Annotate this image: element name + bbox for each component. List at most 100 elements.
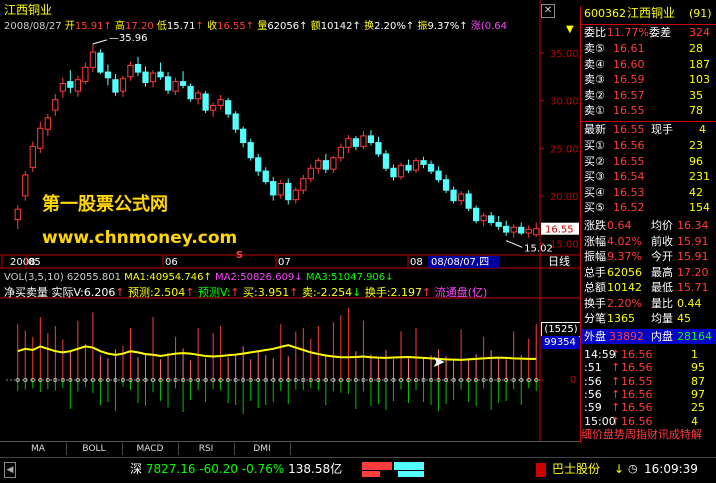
stat-label: 振幅 [584,250,606,263]
stat-value2: 17.20 [677,265,709,279]
buy-vol: 42 [689,185,703,199]
buy-vol: 96 [689,154,703,168]
turnover-label: 换 [364,21,375,32]
stock-title: 江西铜业 [4,3,53,17]
candle-body [22,174,29,197]
status-amount: 138.58亿 [288,462,343,476]
ind-predv: 预测V: [197,286,231,299]
stat-row: 换手 2.20% 量比 0.44 [581,296,716,311]
candle-body [292,189,299,201]
buy-row: 买⑤ 16.52 154 [581,200,716,215]
candle-body [397,164,405,178]
low-label: 低 [156,21,167,32]
tab-macd[interactable]: MACD [122,443,179,455]
quote-bottom-tabs[interactable]: 细价盘势周指财讯成特解 [581,427,716,442]
sell-label: 卖⑤ [584,42,605,55]
period-label: 日线 [548,254,570,268]
ind-turn: 换手:2.197 [364,286,423,299]
stat-value2: 0.44 [677,296,702,310]
stat-value: 2.20% [607,296,642,310]
stat-value: 9.37% [607,250,642,263]
candle-body [127,64,134,78]
tab-dmi[interactable]: DMI [234,443,291,455]
candle-body [330,157,337,170]
price-tick-label: 20.00 [550,192,579,203]
candle-body [217,99,224,106]
tab-rsi[interactable]: RSI [178,443,235,455]
buy-price: 16.54 [613,170,645,183]
sell-row: 卖⑤ 16.61 28 [581,41,716,56]
scroll-left-icon[interactable]: ◀ [4,462,16,478]
candle-body [503,225,510,233]
candle-body [525,228,532,234]
stat-label2: 均价 [651,219,673,232]
hi-annotation-label: —35.96 [109,33,148,44]
stat-value2: 15.91 [677,250,709,263]
candle-body [187,85,194,100]
sell-price: 16.59 [613,73,645,86]
candle-body [157,71,164,78]
stat-label2: 量比 [651,296,673,310]
buy-label: 买① [584,139,605,152]
close-value: 16.55 [217,21,246,32]
ind-name: 净买卖量 [4,286,48,299]
ind-axis-box2: 99354 [541,336,579,349]
buy-vol: 23 [689,139,703,152]
ind-sell: 卖:-2.254 [301,286,353,299]
indicator-header: 净买卖量 实际V:6.206↑ 预测:2.504↑ 预测V:↑ 买:3.951↑… [4,286,488,299]
stat-label: 总额 [584,281,606,294]
outer-label: 外盘 [584,330,606,343]
sell-label: 卖② [584,88,605,102]
candle-body [375,142,382,155]
chevron-down-icon[interactable]: ▼ [566,24,574,35]
mouse-cursor-icon: ➤ [432,352,446,371]
stat-label2: 前收 [651,234,673,248]
candle-body [495,222,502,227]
tab-ma[interactable]: MA [10,443,67,455]
quote-code: 600362 [584,7,626,20]
hi-annotation-line [92,39,108,45]
cur-hand-label: 现手 [651,123,673,136]
stat-value: 10142 [607,281,642,294]
status-ticker[interactable]: 巴士股份 [552,463,600,476]
sell-vol: 35 [689,88,703,102]
candle-body [285,182,292,201]
candle-body [119,78,127,92]
candle-body [44,117,51,130]
candle-body [232,113,239,130]
buy-label: 买③ [584,170,605,183]
candle-body [255,157,262,172]
candle-body [427,163,435,172]
candle-body [104,71,112,79]
candle-body [194,92,202,100]
tab-boll[interactable]: BOLL [66,443,123,455]
candle-body [240,128,247,144]
stat-value2: 16.34 [677,219,709,232]
candle-body [457,193,465,202]
main-chart[interactable]: 35.00 30.00 25.00 20.00 15.00 16.55 —35.96 15.0… [0,0,580,441]
buy-label: 买④ [584,185,605,199]
close-icon[interactable]: ✕ [541,4,555,18]
stat-label2: 今开 [651,250,673,263]
vol-ma2: MA2:50826.609 [215,272,295,283]
low-value: 15.71 [166,21,196,32]
sell-signal-marker: S [236,250,243,261]
candle-body [14,208,21,221]
buy-label: 买⑤ [584,201,605,214]
candle-body [97,52,104,73]
candle-body [307,167,314,180]
quote-panel: 600362 江西铜业 (91) 委比 11.77% 委差 324 卖⑤ 16.6… [580,6,716,443]
candle-body [142,71,149,84]
price-tick-label: 30.00 [550,97,579,108]
stat-label: 涨幅 [584,234,606,248]
indicator-tabbar: MA BOLL MACD RSI DMI [0,441,580,456]
candle-body [209,104,217,111]
candle-body [337,146,345,159]
sell-price: 16.57 [613,88,645,102]
candle-body [89,51,97,68]
index-summary: 深 7827.16 -60.20 -0.76% 138.58亿 [130,463,342,476]
price-tick-label: 15.00 [550,239,579,250]
stat-row: 分笔 1365 均量 45 [581,311,716,326]
ind-pred: 预测:2.504 [128,286,186,299]
candle-body [412,160,420,171]
